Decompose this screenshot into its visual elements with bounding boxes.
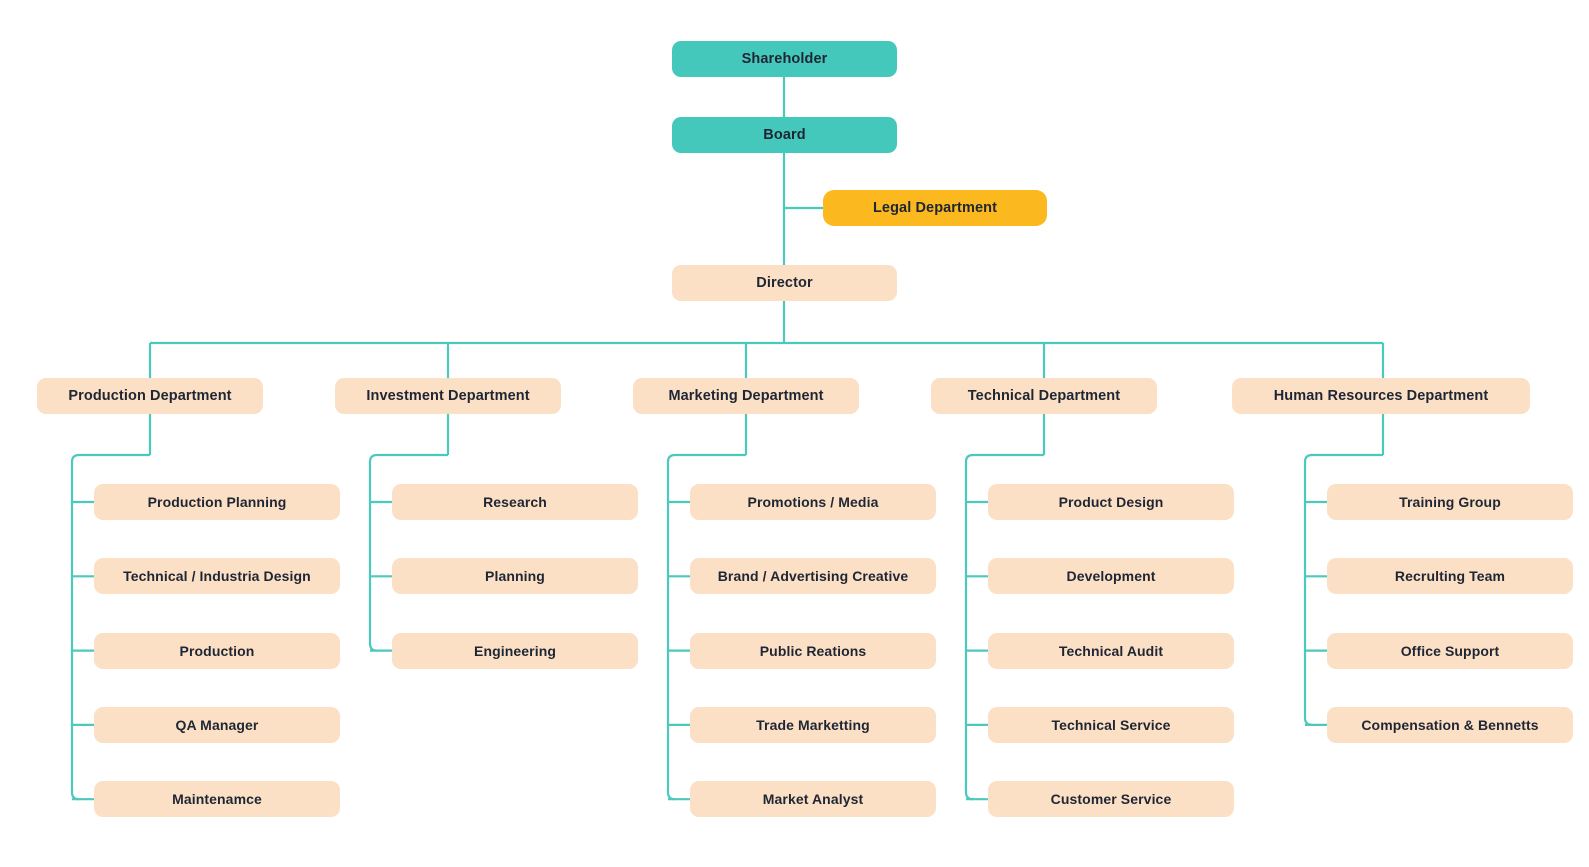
node-team-label: Trade Marketting: [756, 716, 870, 733]
node-team[interactable]: Brand / Advertising Creative: [690, 558, 936, 595]
node-director[interactable]: Director: [672, 265, 897, 301]
node-team-label: Research: [483, 493, 547, 510]
node-team[interactable]: Maintenamce: [94, 781, 340, 818]
node-team-label: Brand / Advertising Creative: [717, 568, 909, 585]
node-team-label: Production: [179, 642, 255, 659]
node-team-label: Planning: [485, 568, 545, 585]
node-department[interactable]: Human Resources Department: [1232, 378, 1530, 414]
node-team[interactable]: Trade Marketting: [690, 706, 936, 743]
node-director-label: Director: [756, 274, 813, 291]
node-team-label: Product Design: [1058, 493, 1164, 510]
node-team-label: Development: [1066, 568, 1156, 585]
node-department-label: Technical Department: [967, 387, 1121, 404]
node-team-label: Public Reations: [759, 642, 867, 659]
node-team[interactable]: Customer Service: [988, 781, 1234, 818]
node-team-label: Maintenamce: [172, 791, 262, 808]
node-team[interactable]: Compensation & Bennetts: [1327, 706, 1573, 743]
node-department-label: Investment Department: [366, 387, 530, 404]
node-department[interactable]: Technical Department: [931, 378, 1157, 414]
node-team-label: Market Analyst: [762, 791, 864, 808]
node-team-label: Compensation & Bennetts: [1361, 716, 1539, 733]
node-team[interactable]: Engineering: [392, 632, 638, 669]
node-board-label: Board: [763, 126, 806, 143]
node-team[interactable]: Market Analyst: [690, 781, 936, 818]
node-legal-department[interactable]: Legal Department: [823, 190, 1047, 226]
node-team-label: Promotions / Media: [747, 493, 879, 510]
node-team-label: Technical / Industria Design: [123, 568, 311, 585]
node-team-label: QA Manager: [175, 716, 259, 733]
node-department[interactable]: Marketing Department: [633, 378, 859, 414]
node-team-label: Production Planning: [147, 493, 287, 510]
node-department-label: Production Department: [68, 387, 232, 404]
node-team[interactable]: Public Reations: [690, 632, 936, 669]
node-team-label: Customer Service: [1050, 791, 1172, 808]
node-department[interactable]: Production Department: [37, 378, 263, 414]
node-team[interactable]: Recrulting Team: [1327, 558, 1573, 595]
node-department-label: Human Resources Department: [1273, 387, 1489, 404]
node-team[interactable]: Office Support: [1327, 632, 1573, 669]
node-team[interactable]: Technical / Industria Design: [94, 558, 340, 595]
node-department[interactable]: Investment Department: [335, 378, 561, 414]
node-board[interactable]: Board: [672, 117, 897, 153]
node-team-label: Training Group: [1399, 493, 1501, 510]
node-team[interactable]: Planning: [392, 558, 638, 595]
node-team-label: Engineering: [474, 642, 556, 659]
node-team-label: Technical Audit: [1058, 642, 1164, 659]
node-team[interactable]: Product Design: [988, 484, 1234, 520]
org-chart-canvas: Shareholder Board Legal Department Direc…: [0, 0, 1589, 867]
node-team[interactable]: Production Planning: [94, 484, 340, 520]
node-team-label: Office Support: [1400, 642, 1500, 659]
node-team[interactable]: Promotions / Media: [690, 484, 936, 520]
node-team[interactable]: Training Group: [1327, 484, 1573, 520]
node-team[interactable]: Production: [94, 632, 340, 669]
node-shareholder[interactable]: Shareholder: [672, 41, 897, 77]
node-team-label: Recrulting Team: [1394, 568, 1506, 585]
node-team-label: Technical Service: [1051, 716, 1171, 733]
node-department-label: Marketing Department: [668, 387, 824, 404]
node-team[interactable]: Development: [988, 558, 1234, 595]
node-legal-department-label: Legal Department: [872, 199, 998, 216]
node-team[interactable]: QA Manager: [94, 706, 340, 743]
node-team[interactable]: Technical Audit: [988, 632, 1234, 669]
node-team[interactable]: Technical Service: [988, 706, 1234, 743]
node-team[interactable]: Research: [392, 484, 638, 520]
node-shareholder-label: Shareholder: [741, 50, 828, 67]
